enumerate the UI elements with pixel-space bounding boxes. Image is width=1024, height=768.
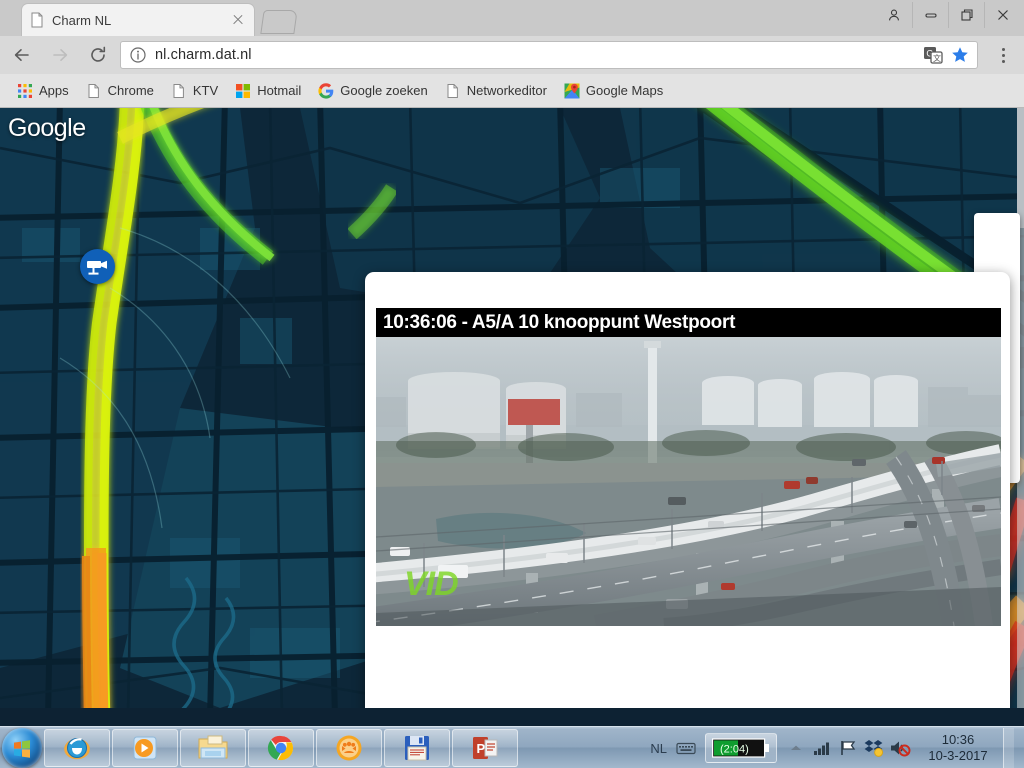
bookmark-label: Hotmail [257, 83, 302, 98]
bookmark-hotmail[interactable]: Hotmail [228, 79, 308, 103]
taskbar-teamviewer[interactable] [316, 728, 382, 767]
page-icon [86, 83, 102, 99]
chevron-up-icon[interactable] [783, 736, 809, 760]
address-bar[interactable]: nl.charm.dat.nl G文 [120, 41, 978, 69]
dropbox-icon[interactable] [861, 736, 887, 760]
powerpoint-icon: P [473, 736, 498, 759]
show-desktop-button[interactable] [1003, 728, 1014, 768]
bookmark-google-zoeken[interactable]: Google zoeken [311, 79, 434, 103]
vid-watermark: VID [404, 565, 459, 603]
svg-text:P: P [477, 741, 486, 756]
page-icon [30, 12, 44, 28]
page-icon [171, 83, 187, 99]
screen: Charm NL nl.charm.dat.nl G 文 Apps Chrome… [0, 0, 1024, 768]
bookmarks-bar: Apps Chrome KTV Hotmail Google zoeken Ne… [0, 74, 1024, 108]
system-tray: NL (2:04) 10:36 10-3-2017 [650, 727, 1024, 768]
bookmark-label: KTV [192, 83, 219, 98]
bookmark-apps[interactable]: Apps [10, 79, 76, 103]
tab-title: Charm NL [52, 12, 112, 28]
window-controls [876, 2, 1020, 28]
tray-time: 10:36 [941, 732, 975, 747]
volume-muted-icon[interactable] [887, 736, 913, 760]
signal-bars-icon[interactable] [809, 736, 835, 760]
keyboard-icon[interactable] [673, 736, 699, 760]
flag-icon[interactable] [835, 736, 861, 760]
google-g-icon [318, 82, 334, 99]
floppy-disk-icon [405, 735, 429, 760]
user-profile-button[interactable] [876, 2, 912, 28]
minimize-button[interactable] [912, 2, 948, 28]
taskbar-file-explorer[interactable] [180, 728, 246, 767]
camera-icon [86, 260, 107, 275]
camera-header: 10:36:06 - A5/A 10 knooppunt Westpoort [376, 308, 1001, 337]
windows-media-player-icon [133, 736, 157, 759]
tray-language[interactable]: NL [650, 741, 667, 756]
bookmark-star-icon[interactable] [951, 46, 969, 64]
camera-title: 10:36:06 - A5/A 10 knooppunt Westpoort [383, 311, 736, 333]
restore-button[interactable] [948, 2, 984, 28]
camera-scene [376, 337, 1001, 626]
web-page-content: Google al 10:36:06 - A5/A 10 knoo [0, 108, 1024, 708]
bookmark-label: Chrome [107, 83, 154, 98]
taskbar-chrome[interactable] [248, 728, 314, 767]
page-icon [445, 83, 461, 99]
bookmark-chrome[interactable]: Chrome [79, 79, 161, 103]
google-maps-icon [564, 83, 580, 99]
battery-indicator[interactable]: (2:04) [705, 733, 777, 763]
svg-text:文: 文 [933, 53, 941, 63]
browser-tab[interactable]: Charm NL [22, 4, 254, 36]
bookmark-label: Apps [39, 83, 69, 98]
browser-window: Charm NL nl.charm.dat.nl G 文 Apps Chrome… [0, 0, 1024, 108]
svg-text:(2:04): (2:04) [720, 744, 749, 756]
bookmark-networkeditor[interactable]: Networkeditor [438, 79, 554, 103]
close-window-button[interactable] [984, 2, 1020, 28]
google-logo: Google [8, 114, 86, 142]
taskbar-save-app[interactable] [384, 728, 450, 767]
google-chrome-icon [267, 735, 294, 760]
scrollbar-thumb[interactable] [1017, 108, 1024, 228]
close-icon[interactable] [230, 12, 246, 28]
tray-clock[interactable]: 10:36 10-3-2017 [921, 732, 995, 764]
tab-strip: Charm NL [0, 0, 1024, 36]
bookmark-label: Networkeditor [466, 83, 547, 98]
camera-popup[interactable]: 10:36:06 - A5/A 10 knooppunt Westpoort V… [365, 272, 1010, 708]
camera-photo: VID [376, 337, 1001, 626]
tray-date: 10-3-2017 [928, 748, 988, 763]
browser-toolbar: nl.charm.dat.nl G文 [0, 36, 1024, 74]
windows-taskbar: P NL (2:04) 10:36 10-3-2017 [0, 726, 1024, 768]
back-arrow-icon[interactable] [6, 39, 38, 71]
info-icon[interactable] [129, 46, 147, 64]
bookmark-ktv[interactable]: KTV [164, 79, 225, 103]
internet-explorer-icon [64, 737, 90, 759]
battery-icon: (2:04) [712, 738, 769, 758]
chrome-menu-icon[interactable] [992, 44, 1014, 66]
bookmark-google-maps[interactable]: Google Maps [557, 79, 670, 103]
windows-start-orb[interactable] [2, 727, 42, 768]
new-tab-button[interactable] [260, 10, 298, 34]
camera-frame: 10:36:06 - A5/A 10 knooppunt Westpoort V… [376, 308, 1001, 626]
url-text[interactable]: nl.charm.dat.nl [155, 47, 923, 63]
bookmark-label: Google Maps [585, 83, 664, 98]
reload-icon[interactable] [82, 39, 114, 71]
forward-arrow-icon [44, 39, 76, 71]
apps-grid-icon [17, 83, 33, 99]
microsoft-icon [235, 83, 251, 99]
teamviewer-icon [336, 735, 362, 760]
taskbar-media-player[interactable] [112, 728, 178, 767]
translate-icon[interactable]: G文 [923, 46, 943, 64]
taskbar-powerpoint[interactable]: P [452, 728, 518, 767]
bookmark-label: Google zoeken [340, 83, 428, 98]
traffic-camera-marker[interactable] [80, 249, 115, 284]
taskbar-internet-explorer[interactable] [44, 728, 110, 767]
file-explorer-icon [198, 735, 228, 758]
